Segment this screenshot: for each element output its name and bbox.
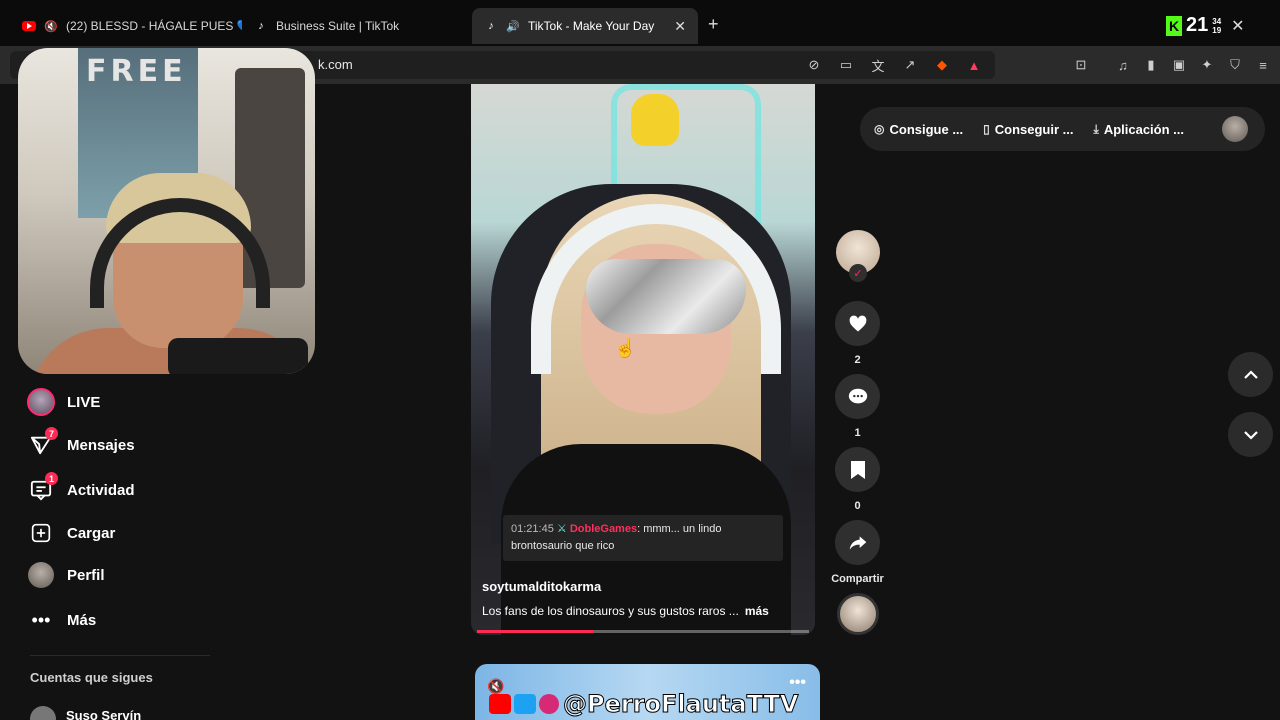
share-arrow-icon[interactable] [835,520,880,565]
tab-title: TikTok - Make Your Day [528,19,655,33]
nav-more[interactable]: ••• Más [26,605,97,635]
media-icon[interactable]: ♫ [1114,56,1132,74]
avatar [30,706,56,720]
divider [30,655,210,656]
tab-business-suite[interactable]: ♪ Business Suite | TikTok [246,8,468,44]
translate-icon[interactable]: 文 [869,56,887,74]
nav-upload[interactable]: Cargar [26,518,115,548]
save-action: 0 [835,447,880,512]
video-description: Los fans de los dinosauros y sus gustos … [482,604,769,618]
get-app-button[interactable]: ▯ Conseguir ... [983,122,1073,137]
share-action: Compartir [826,520,889,585]
mouse-cursor-icon: ☝ [614,338,637,358]
share-label: Compartir [831,573,884,585]
tab-title: Business Suite | TikTok [276,19,400,33]
comment-action: 1 [835,374,880,439]
url-text[interactable]: k.com [318,57,353,72]
brave-shields-icon[interactable]: ◆ [933,56,951,74]
next-video-preview[interactable]: 🔇 ••• @PerroFlautaTTV [475,664,820,720]
close-window-icon[interactable]: ✕ [1231,16,1244,36]
brave-rewards-icon[interactable]: ▲ [965,56,983,74]
kick-mini-stats: 34 19 [1212,16,1222,35]
messages-badge: 7 [45,427,58,440]
plus-square-icon [26,518,56,548]
wallet-icon[interactable]: ▣ [1170,56,1188,74]
kick-logo-icon: K [1166,15,1182,36]
kick-count: 21 [1186,14,1209,36]
youtube-icon [22,19,36,33]
paper-plane-icon: 7 [26,427,58,460]
screenshot-icon[interactable]: ⊡ [1072,56,1090,74]
progress-fill [477,630,594,633]
nav-messages[interactable]: 7 Mensajes [26,427,135,460]
previous-video-button[interactable] [1228,352,1273,397]
more-link[interactable]: más [745,604,769,618]
muted-speaker-icon[interactable]: 🔇 [44,19,58,33]
activity-badge: 1 [45,472,58,485]
nav-profile[interactable]: Perfil [26,560,105,590]
like-count: 2 [854,354,861,366]
next-video-button[interactable] [1228,412,1273,457]
sidebar-icon[interactable]: ▮ [1142,56,1160,74]
youtube-icon [489,694,511,714]
leo-ai-icon[interactable]: ✦ [1198,56,1216,74]
browser-toolbar-icons: ⊡ ♫ ▮ ▣ ✦ ⛉ ≡ [1072,56,1272,74]
profile-avatar [26,560,56,590]
stream-chat-overlay: 01:21:45 ⚔ DobleGames: mmm... un lindo b… [503,515,783,561]
comment-icon[interactable] [835,374,880,419]
save-count: 0 [854,500,861,512]
close-tab-icon[interactable]: ✕ [674,18,686,35]
tab-youtube[interactable]: 🔇 (22) BLESSD - HÁGALE PUES 💙✌ [14,8,242,44]
following-item[interactable]: Suso Servín [30,698,141,720]
address-bar-icons: ⊘ ▭ 文 ↗ ◆ ▲ [805,56,983,74]
heart-icon[interactable] [835,301,880,346]
app-download-button[interactable]: ⤓ Aplicación ... [1094,122,1185,137]
figurine [631,94,679,146]
coin-icon: ◎ [874,122,885,136]
following-title: Cuentas que sigues [30,670,153,685]
overlay-handle: @PerroFlautaTTV [562,690,799,719]
vpn-icon[interactable]: ⛉ [1226,56,1244,74]
tab-tiktok-active[interactable]: ♪ 🔊 TikTok - Make Your Day ✕ [472,8,698,44]
sword-icon: ⚔ [556,523,567,535]
nav-live[interactable]: LIVE [26,387,100,417]
speaker-icon[interactable]: 🔊 [506,19,520,33]
browser-tab-bar: 🔇 (22) BLESSD - HÁGALE PUES 💙✌ ♪ Busines… [0,0,1280,46]
share-icon[interactable]: ↗ [901,56,919,74]
video-author[interactable]: soytumalditokarma [482,579,601,594]
video-progress-bar[interactable] [477,630,809,633]
user-avatar[interactable] [1222,116,1248,142]
tab-title: (22) BLESSD - HÁGALE PUES 💙✌ [66,19,242,33]
twitter-icon [514,694,536,714]
muted-speaker-icon[interactable]: 🔇 [487,678,504,695]
chevron-down-icon [1243,430,1258,440]
like-action: 2 [835,301,880,366]
social-icons [489,694,559,714]
new-tab-button[interactable]: + [708,14,719,35]
more-dots-icon: ••• [31,609,51,630]
download-icon: ⤓ [1093,121,1099,136]
following-check-icon[interactable]: ✓ [849,264,867,282]
kick-extension-widget[interactable]: K 21 34 19 ✕ [1166,14,1245,37]
streamer-webcam-overlay: FREE [18,48,315,374]
music-disc-avatar[interactable] [837,593,879,635]
microphone [168,338,308,374]
audio-muted-icon[interactable]: ⊘ [805,56,823,74]
bookmark-icon[interactable] [835,447,880,492]
video-player[interactable]: 01:21:45 ⚔ DobleGames: mmm... un lindo b… [471,84,815,635]
instagram-icon [539,694,559,714]
nav-activity[interactable]: 1 Actividad [26,472,135,505]
top-actions-pill: ◎ Consigue ... ▯ Conseguir ... ⤓ Aplicac… [860,107,1265,151]
comment-count: 1 [854,427,861,439]
tiktok-icon: ♪ [488,20,494,32]
cast-icon[interactable]: ▭ [837,56,855,74]
chevron-up-icon [1243,369,1258,379]
phone-icon: ▯ [983,122,990,136]
live-avatar-icon [26,387,56,417]
get-coins-button[interactable]: ◎ Consigue ... [874,122,963,137]
menu-icon[interactable]: ≡ [1254,56,1272,74]
activity-icon: 1 [26,472,58,505]
tiktok-icon: ♪ [258,20,264,32]
